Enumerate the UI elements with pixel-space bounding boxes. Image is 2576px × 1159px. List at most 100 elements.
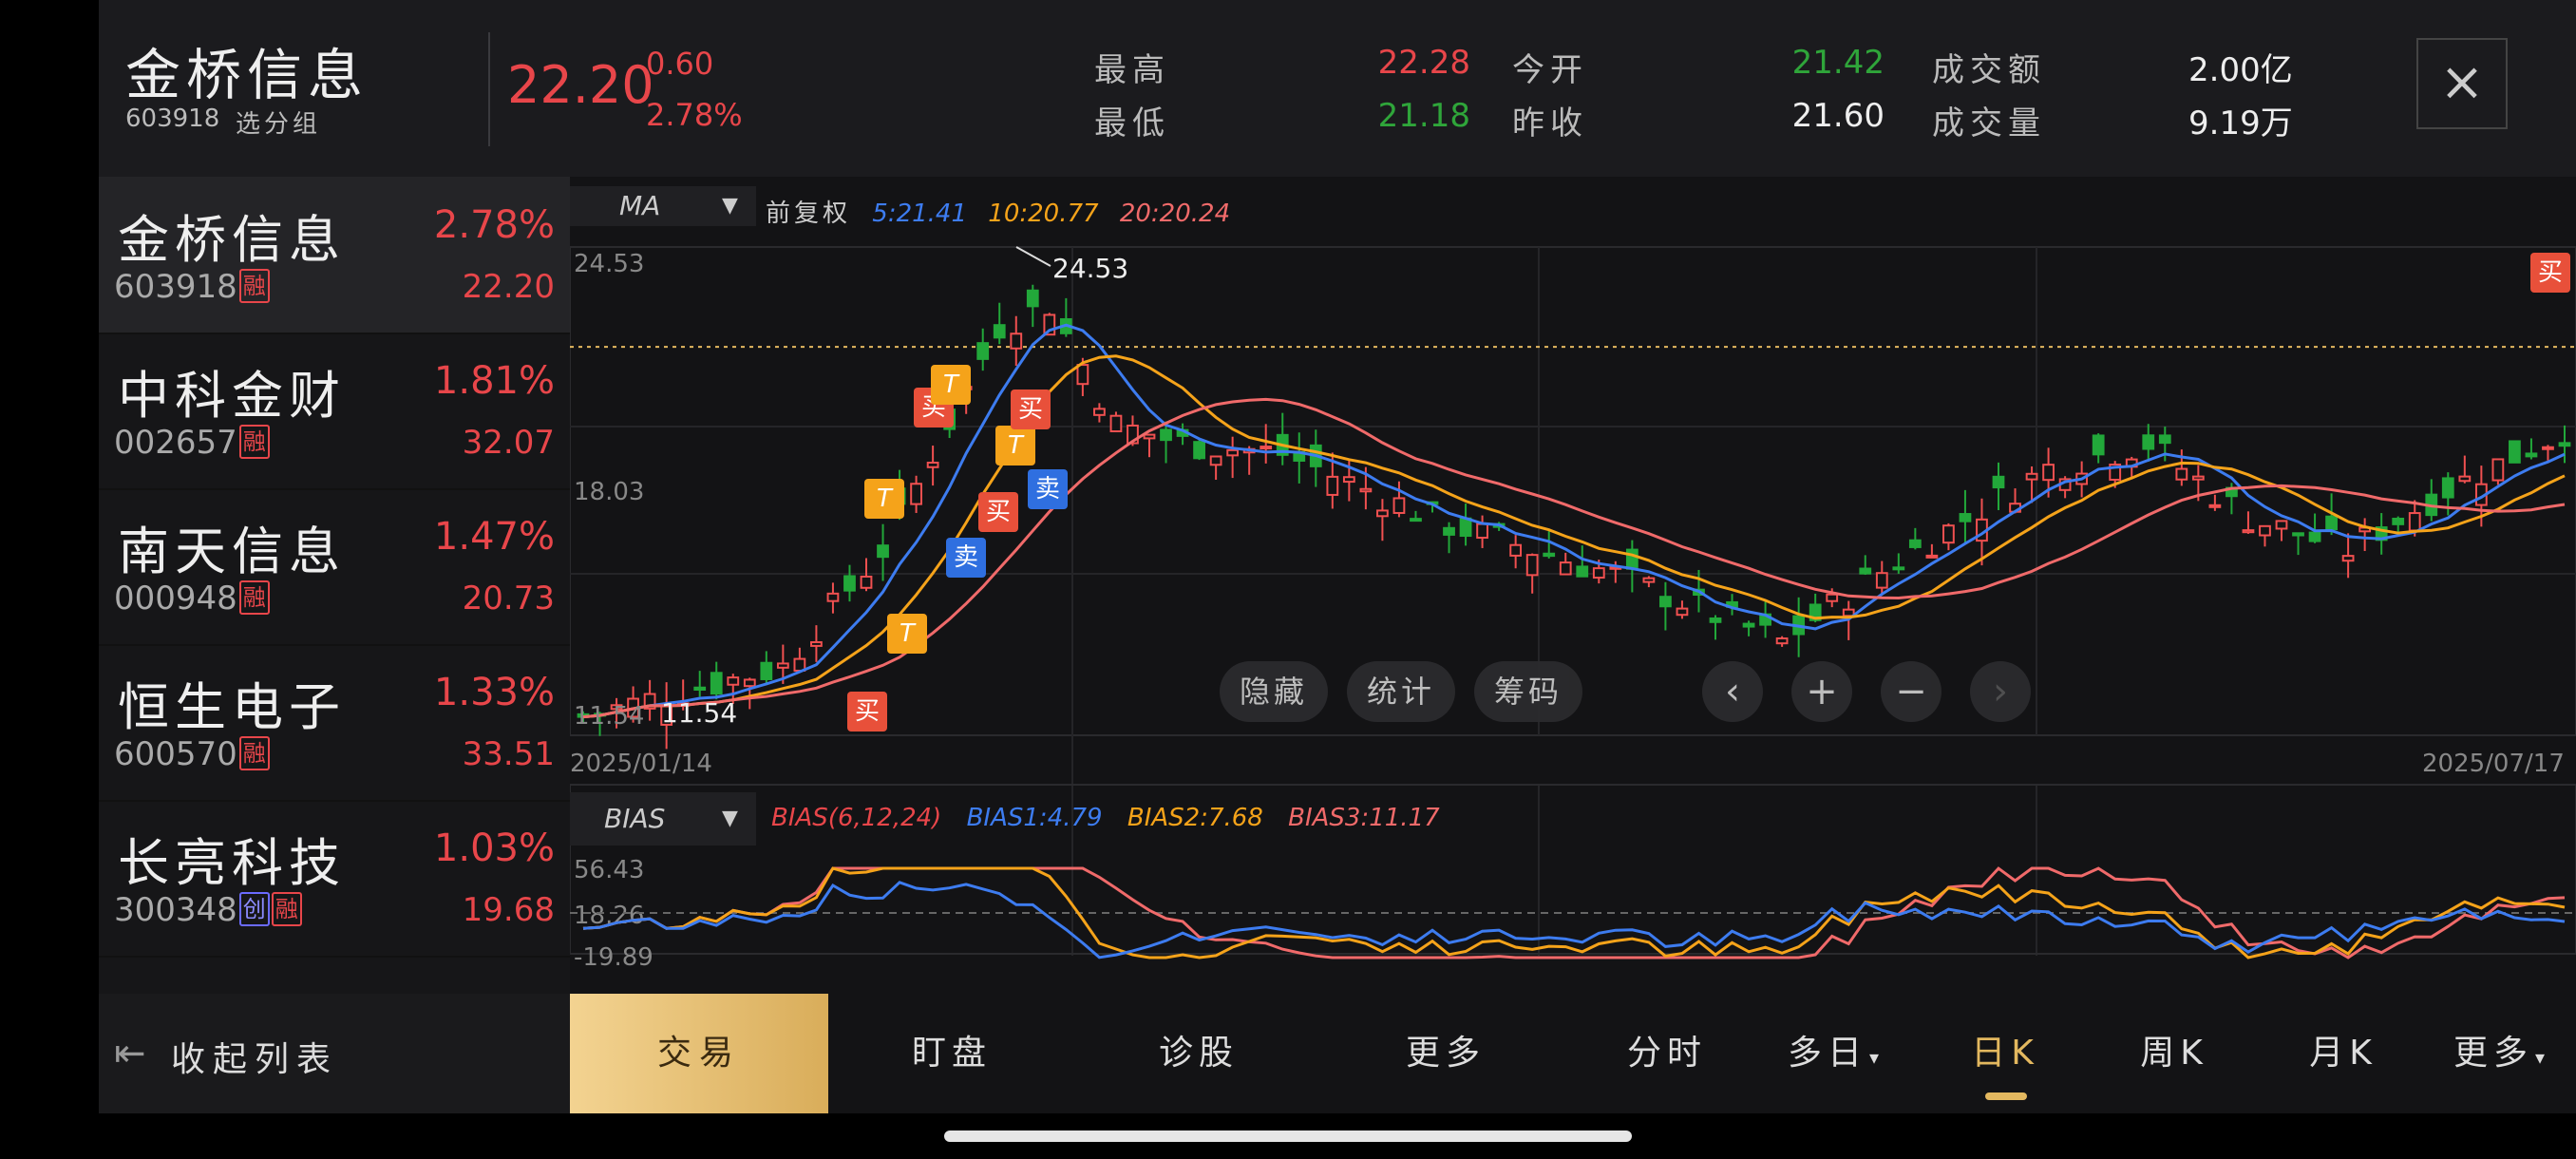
- candle-body: [1410, 518, 1422, 522]
- candle-body: [1193, 441, 1205, 460]
- watchlist-item[interactable]: 南天信息 1.47% 000948 融 20.73: [99, 488, 570, 646]
- candle-body: [1625, 548, 1638, 570]
- stats-button[interactable]: 统计: [1347, 661, 1455, 722]
- watchlist: 金桥信息 2.78% 603918 融 22.20 中科金财 1.81% 0026…: [99, 177, 570, 994]
- watchlist-pct: 1.33%: [433, 671, 555, 714]
- kline-chart-svg: 24.53 18.03 11.54 2025/01/14 2025/07/17 24.53…: [570, 246, 2576, 972]
- candle-body: [993, 324, 1006, 339]
- candle-body: [1859, 567, 1872, 575]
- collapse-list-button[interactable]: ⇤ 收起列表: [99, 994, 570, 1113]
- t-signal-marker[interactable]: T: [887, 614, 927, 654]
- select-group-link[interactable]: 选分组: [236, 104, 321, 140]
- watchlist-name: 长亮科技: [118, 833, 346, 893]
- collapse-list-icon: ⇤: [114, 1032, 146, 1075]
- t-signal-marker[interactable]: T: [995, 426, 1035, 466]
- candle-body: [1659, 596, 1672, 608]
- candle-body: [1326, 475, 1339, 496]
- candle-body: [1209, 455, 1222, 466]
- watchlist-item[interactable]: 金桥信息 2.78% 603918 融 22.20: [99, 177, 570, 334]
- candle-body: [1942, 524, 1955, 544]
- watchlist-code: 300348 创融: [114, 891, 302, 929]
- tab-watch[interactable]: 盯盘: [828, 994, 1075, 1113]
- watchlist-name: 金桥信息: [118, 210, 346, 270]
- quote-label-high: 最高: [1094, 51, 1170, 89]
- candle-body: [1376, 509, 1389, 518]
- price-change: 0.60: [646, 46, 714, 82]
- quote-label-prev-close: 昨收: [1512, 104, 1588, 142]
- candle-body: [843, 575, 856, 592]
- chinext-tag: 创: [238, 892, 270, 926]
- candle-body: [2042, 464, 2055, 482]
- tab-diagnose[interactable]: 诊股: [1075, 994, 1322, 1113]
- candle-body: [1892, 566, 1905, 571]
- watchlist-item[interactable]: 长亮科技 1.03% 300348 创融 19.68: [99, 800, 570, 958]
- hide-button[interactable]: 隐藏: [1220, 661, 1328, 722]
- watchlist-price: 33.51: [462, 735, 555, 773]
- candle-body: [1775, 636, 1789, 645]
- buy-signal-marker[interactable]: 买: [2530, 253, 2570, 293]
- candle-body: [727, 676, 740, 686]
- tab-intraday[interactable]: 分时: [1582, 994, 1752, 1113]
- candle-body: [1826, 593, 1839, 602]
- margin-tag: 融: [238, 736, 270, 770]
- zoom-in-icon[interactable]: +: [1791, 661, 1852, 722]
- candle-body: [776, 662, 789, 669]
- candle-body: [2242, 529, 2255, 534]
- watchlist-name: 恒生电子: [118, 677, 346, 737]
- price-change-pct: 2.78%: [646, 97, 743, 133]
- candle-body: [1525, 554, 1539, 577]
- buy-signal-marker[interactable]: 买: [1011, 390, 1051, 429]
- candle-body: [1459, 517, 1472, 538]
- bias1-line: [582, 881, 2566, 960]
- trade-button[interactable]: 交易: [570, 994, 828, 1113]
- candle-body: [2558, 442, 2571, 447]
- t-signal-marker[interactable]: T: [931, 365, 971, 405]
- watchlist-code: 600570 融: [114, 735, 270, 773]
- chevron-left-icon[interactable]: ‹: [1702, 661, 1763, 722]
- sell-signal-marker[interactable]: 卖: [946, 538, 986, 578]
- zoom-out-icon[interactable]: −: [1881, 661, 1941, 722]
- header-divider: [488, 32, 490, 146]
- bias-params: BIAS(6,12,24): [771, 804, 942, 832]
- bias-label-low: -19.89: [574, 943, 653, 972]
- candle-body: [2341, 555, 2355, 562]
- quote-label-open: 今开: [1512, 51, 1588, 89]
- bias-indicator-label: BIAS: [604, 803, 666, 834]
- candle-body: [1559, 561, 1572, 576]
- bias3-value: BIAS3:11.17: [1288, 804, 1440, 832]
- chips-button[interactable]: 筹码: [1474, 661, 1582, 722]
- watchlist-price: 22.20: [462, 268, 555, 306]
- close-button[interactable]: ×: [2416, 38, 2508, 129]
- tab-multi-day[interactable]: 多日 ▾: [1752, 994, 1921, 1113]
- watchlist-item[interactable]: 恒生电子 1.33% 600570 融 33.51: [99, 644, 570, 802]
- watchlist-item[interactable]: 中科金财 1.81% 002657 融 32.07: [99, 332, 570, 490]
- bias-label-top: 56.43: [574, 856, 644, 884]
- ma10-value: 10:20.77: [988, 200, 1099, 228]
- candle-body: [1260, 446, 1273, 450]
- watchlist-code: 000948 融: [114, 580, 270, 618]
- tab-monthly-k[interactable]: 月K: [2259, 994, 2428, 1113]
- stock-name: 金桥信息: [125, 43, 369, 107]
- sell-signal-marker[interactable]: 卖: [1028, 469, 1068, 509]
- margin-tag: 融: [238, 425, 270, 459]
- candle-body: [1160, 428, 1172, 442]
- ma-indicator-label: MA: [619, 190, 661, 221]
- quote-value-amount: 2.00亿: [2188, 51, 2293, 89]
- t-signal-marker[interactable]: T: [864, 479, 904, 519]
- candle-body: [2175, 467, 2188, 481]
- quote-value-prev-close: 21.60: [1791, 97, 1885, 135]
- dropdown-arrow-icon: ▼: [722, 194, 738, 218]
- tab-more[interactable]: 更多: [1322, 994, 1569, 1113]
- candle-body: [760, 661, 773, 680]
- kline-chart-panel[interactable]: 24.53 18.03 11.54 2025/01/14 2025/07/17 24.53…: [570, 177, 2576, 994]
- buy-signal-marker[interactable]: 买: [978, 492, 1018, 532]
- tab-weekly-k[interactable]: 周K: [2090, 994, 2259, 1113]
- chevron-right-icon[interactable]: ›: [1970, 661, 2031, 722]
- bias-indicator-select[interactable]: BIAS ▼: [570, 792, 756, 846]
- buy-signal-marker[interactable]: 买: [847, 692, 887, 732]
- candle-body: [1709, 617, 1722, 623]
- tab-more-periods[interactable]: 更多 ▾: [2428, 994, 2576, 1113]
- watchlist-code: 603918 融: [114, 268, 270, 306]
- ma-indicator-select[interactable]: MA ▼: [570, 186, 756, 226]
- candle-body: [2325, 515, 2338, 531]
